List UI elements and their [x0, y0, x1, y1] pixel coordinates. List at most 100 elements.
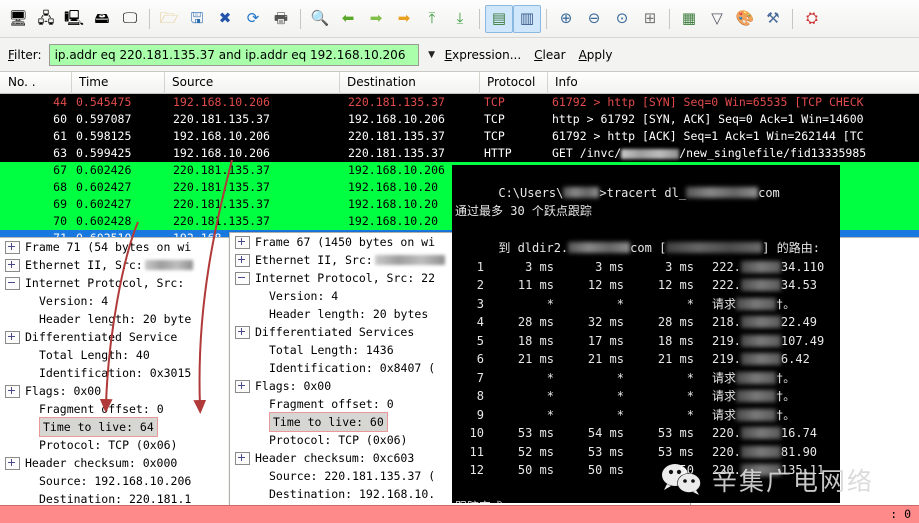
expand-icon[interactable] — [5, 259, 20, 272]
console-hop-row: 9***请求†。 — [452, 406, 840, 425]
zoom-out-icon[interactable]: ⊖ — [580, 5, 608, 33]
detail-tree-label: Destination: 192.168.10. — [269, 485, 435, 503]
save-file-icon[interactable]: 🖫 — [183, 5, 211, 33]
filter-apply-button[interactable]: Apply — [579, 48, 613, 62]
hop-rtt-3: * — [624, 387, 694, 406]
filter-dropdown-icon[interactable]: ▼ — [419, 44, 445, 66]
go-to-packet-icon[interactable]: ➡ — [390, 5, 418, 33]
filter-clear-button[interactable]: Clear — [534, 48, 565, 62]
hop-rtt-2: * — [554, 295, 624, 314]
collapse-icon[interactable] — [5, 277, 20, 290]
hop-rtt-3: 50 — [624, 461, 694, 480]
open-file-icon[interactable]: 🗁 — [155, 5, 183, 33]
table-row[interactable]: 600.597087220.181.135.37192.168.10.206TC… — [0, 111, 919, 128]
hop-number: 3 — [452, 295, 484, 314]
go-to-first-packet-icon[interactable]: ⤒ — [418, 5, 446, 33]
expand-icon[interactable] — [5, 457, 20, 470]
expand-icon[interactable] — [235, 254, 250, 267]
hop-rtt-2: 12 ms — [554, 276, 624, 295]
list-interfaces-icon[interactable]: 🖥 — [4, 5, 32, 33]
column-header-protocol[interactable]: Protocol — [480, 72, 548, 94]
find-packet-icon[interactable]: 🔍 — [306, 5, 334, 33]
start-capture-icon[interactable]: 🖳 — [60, 5, 88, 33]
reload-file-icon[interactable]: ⟳ — [239, 5, 267, 33]
close-file-icon[interactable]: ✖ — [211, 5, 239, 33]
open-file-glyph: 🗁 — [160, 11, 179, 26]
redaction-blur — [145, 260, 193, 270]
hop-address: 请求†。 — [694, 406, 795, 425]
redaction-blur — [736, 390, 776, 402]
cell-destination: 192.168.10.206 — [340, 111, 480, 128]
detail-tree-label: Frame 67 (1450 bytes on wi — [255, 233, 435, 251]
table-row[interactable]: 610.598125192.168.10.206220.181.135.37TC… — [0, 128, 919, 145]
cell-source: 192.168.10.206 — [165, 145, 340, 162]
display-filters-icon[interactable]: ▽ — [703, 5, 731, 33]
zoom-in-icon[interactable]: ⊕ — [552, 5, 580, 33]
capture-options-glyph: 🖧 — [38, 11, 55, 26]
zoom-reset-icon[interactable]: ⊙ — [608, 5, 636, 33]
collapse-icon[interactable] — [235, 272, 250, 285]
go-back-icon[interactable]: ⬅ — [334, 5, 362, 33]
filter-expression-button[interactable]: Expression... — [445, 48, 522, 62]
tracert-console-window[interactable]: C:\Users\>tracert dl_com 通过最多 30 个跃点跟踪 到… — [452, 165, 840, 503]
table-row[interactable]: 630.599425192.168.10.206220.181.135.37HT… — [0, 145, 919, 162]
hop-rtt-2: 54 ms — [554, 424, 624, 443]
go-forward-glyph: ➡ — [370, 11, 383, 26]
column-header-no[interactable]: No. . — [0, 72, 72, 94]
preferences-glyph: ⚒ — [766, 11, 779, 26]
table-row[interactable]: 440.545475192.168.10.206220.181.135.37TC… — [0, 94, 919, 111]
hop-rtt-3: 53 ms — [624, 443, 694, 462]
preferences-icon[interactable]: ⚒ — [759, 5, 787, 33]
console-hop-list: 13 ms3 ms3 ms222.34.110211 ms12 ms12 ms2… — [452, 258, 840, 480]
redaction-blur — [741, 464, 781, 476]
stop-capture-icon[interactable]: 🖴 — [88, 5, 116, 33]
hop-rtt-2: 21 ms — [554, 350, 624, 369]
console-route-ip-blur — [666, 242, 762, 253]
console-hop-row: 1250 ms50 ms50220.135.11 — [452, 461, 840, 480]
go-to-first-glyph: ⤒ — [429, 11, 436, 26]
auto-scroll-live-capture-icon[interactable]: ▥ — [513, 5, 541, 33]
capture-filters-icon[interactable]: ▦ — [675, 5, 703, 33]
stop-capture-glyph: 🖴 — [94, 11, 109, 26]
expand-icon[interactable] — [235, 326, 250, 339]
coloring-rules-icon[interactable]: 🎨 — [731, 5, 759, 33]
hop-rtt-1: 52 ms — [484, 443, 554, 462]
column-header-time[interactable]: Time — [72, 72, 165, 94]
filter-input[interactable] — [49, 44, 419, 66]
cell-destination: 220.181.135.37 — [340, 145, 480, 162]
colorize-glyph: ▤ — [492, 11, 506, 26]
print-icon[interactable]: 🖶 — [267, 5, 295, 33]
column-header-source[interactable]: Source — [165, 72, 340, 94]
expand-icon[interactable] — [5, 331, 20, 344]
colorize-packet-list-icon[interactable]: ▤ — [485, 5, 513, 33]
help-contents-icon[interactable]: ⛭ — [798, 5, 826, 33]
hop-rtt-2: * — [554, 406, 624, 425]
expand-icon[interactable] — [235, 236, 250, 249]
hop-number: 5 — [452, 332, 484, 351]
ttl-field-highlight: Time to live: 60 — [269, 412, 388, 432]
column-header-info[interactable]: Info — [548, 72, 919, 94]
detail-tree-label: Ethernet II, Src: — [25, 256, 143, 274]
main-toolbar: 🖥 🖧 🖳 🖴 🖵 🗁 🖫 ✖ ⟳ 🖶 🔍 ⬅ ➡ ➡ ⤒ ⤓ ▤ ▥ ⊕ ⊖ … — [0, 0, 919, 38]
console-route-redaction — [568, 242, 630, 253]
go-to-last-packet-icon[interactable]: ⤓ — [446, 5, 474, 33]
cell-info: http > 61792 [SYN, ACK] Seq=0 Ack=1 Win=… — [548, 111, 919, 128]
restart-capture-icon[interactable]: 🖵 — [116, 5, 144, 33]
toolbar-separator-5 — [669, 9, 670, 29]
column-header-destination[interactable]: Destination — [340, 72, 480, 94]
hop-number: 2 — [452, 276, 484, 295]
capture-options-icon[interactable]: 🖧 — [32, 5, 60, 33]
expand-icon[interactable] — [235, 380, 250, 393]
go-forward-icon[interactable]: ➡ — [362, 5, 390, 33]
console-hop-row: 13 ms3 ms3 ms222.34.110 — [452, 258, 840, 277]
coloring-rules-glyph: 🎨 — [736, 11, 755, 26]
resize-columns-icon[interactable]: ⊞ — [636, 5, 664, 33]
hop-rtt-1: 11 ms — [484, 276, 554, 295]
detail-tree-label: Differentiated Service — [25, 328, 177, 346]
detail-tree-label: Frame 71 (54 bytes on wi — [25, 238, 191, 256]
expand-icon[interactable] — [235, 452, 250, 465]
redaction-blur — [741, 279, 781, 291]
cell-no: 68 — [0, 179, 72, 196]
expand-icon[interactable] — [5, 241, 20, 254]
expand-icon[interactable] — [5, 385, 20, 398]
